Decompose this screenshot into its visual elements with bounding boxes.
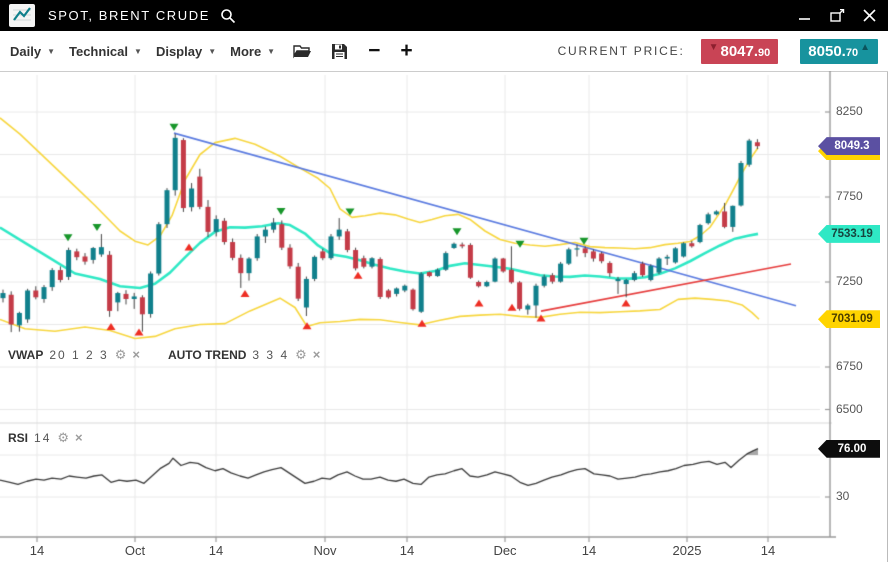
time-axis-label: 14 <box>746 543 790 558</box>
display-menu-label: Display <box>156 44 202 59</box>
timeframe-menu[interactable]: Daily ▼ <box>10 44 55 59</box>
chevron-down-icon: ▼ <box>208 47 216 56</box>
time-axis-label: Nov <box>303 543 347 558</box>
ask-price-badge: 8050.70 ▲ <box>800 39 878 64</box>
more-menu-label: More <box>230 44 261 59</box>
title-bar: SPOT, BRENT CRUDE <box>0 0 888 31</box>
price-badge: 8049.3 <box>818 137 880 155</box>
chevron-down-icon: ▼ <box>267 47 275 56</box>
rsi-remove-icon[interactable]: × <box>75 432 83 444</box>
vwap-indicator-params: 20 1 2 3 <box>49 348 108 362</box>
zoom-out-button[interactable]: − <box>368 41 380 61</box>
price-axis-label: 6750 <box>836 359 863 373</box>
window-title: SPOT, BRENT CRUDE <box>48 8 210 23</box>
chevron-down-icon: ▼ <box>134 47 142 56</box>
display-menu[interactable]: Display ▼ <box>156 44 216 59</box>
trading-app-window: { "window": { "title": "SPOT, BRENT CRUD… <box>0 0 888 562</box>
popout-restore-icon[interactable] <box>828 7 846 25</box>
close-icon[interactable] <box>860 7 878 25</box>
time-axis-label: 14 <box>194 543 238 558</box>
arrow-down-icon: ▼ <box>709 42 719 53</box>
rsi-axis-label: 30 <box>836 489 849 503</box>
autotrend-indicator-name: AUTO TREND <box>168 348 246 362</box>
rsi-value-badge: 76.00 <box>818 440 880 458</box>
ask-price-decimals: 70 <box>846 47 858 59</box>
minimize-icon[interactable] <box>796 7 814 25</box>
autotrend-indicator-params: 3 3 4 <box>252 348 289 362</box>
more-menu[interactable]: More ▼ <box>230 44 275 59</box>
technical-menu[interactable]: Technical ▼ <box>69 44 142 59</box>
chart-area: VWAP 20 1 2 3 ⚙ × AUTO TREND 3 3 4 ⚙ × R… <box>0 71 888 562</box>
time-axis-label: 14 <box>567 543 611 558</box>
price-axis-label: 8250 <box>836 104 863 118</box>
rsi-indicator-params: 14 <box>34 431 51 445</box>
time-axis-label: 14 <box>15 543 59 558</box>
indicator-legend-row: VWAP 20 1 2 3 ⚙ × AUTO TREND 3 3 4 ⚙ × <box>8 348 320 362</box>
bid-price-value: 8047. <box>721 43 759 60</box>
price-axis-label: 7750 <box>836 189 863 203</box>
save-icon[interactable] <box>331 43 348 60</box>
timeframe-menu-label: Daily <box>10 44 41 59</box>
time-axis-label: 2025 <box>665 543 709 558</box>
search-icon[interactable] <box>220 8 236 24</box>
chart-toolbar: Daily ▼ Technical ▼ Display ▼ More ▼ − +… <box>0 31 888 72</box>
ask-price-value: 8050. <box>808 43 846 60</box>
price-badge: 7533.19 <box>818 225 880 243</box>
price-chart-canvas[interactable] <box>0 71 888 562</box>
time-axis-label: 14 <box>385 543 429 558</box>
open-folder-icon[interactable] <box>293 43 313 59</box>
autotrend-settings-gear-icon[interactable]: ⚙ <box>295 349 307 361</box>
arrow-up-icon: ▲ <box>860 42 870 53</box>
current-price-label: CURRENT PRICE: <box>558 44 685 58</box>
time-axis-label: Oct <box>113 543 157 558</box>
rsi-legend-row: RSI 14 ⚙ × <box>8 431 83 445</box>
vwap-settings-gear-icon[interactable]: ⚙ <box>115 349 127 361</box>
autotrend-remove-icon[interactable]: × <box>313 349 321 361</box>
app-logo-icon <box>9 4 35 27</box>
vwap-indicator-name: VWAP <box>8 348 43 362</box>
price-badge: 7031.09 <box>818 310 880 328</box>
current-price-section: CURRENT PRICE: ▼ 8047.90 8050.70 ▲ <box>558 39 880 64</box>
chevron-down-icon: ▼ <box>47 47 55 56</box>
price-axis-label: 6500 <box>836 402 863 416</box>
bid-price-decimals: 90 <box>758 47 770 59</box>
price-axis-label: 7250 <box>836 274 863 288</box>
bid-price-badge: ▼ 8047.90 <box>701 39 779 64</box>
technical-menu-label: Technical <box>69 44 128 59</box>
rsi-indicator-name: RSI <box>8 431 28 445</box>
rsi-settings-gear-icon[interactable]: ⚙ <box>57 432 69 444</box>
zoom-in-button[interactable]: + <box>400 41 412 61</box>
time-axis-label: Dec <box>483 543 527 558</box>
vwap-remove-icon[interactable]: × <box>132 349 140 361</box>
